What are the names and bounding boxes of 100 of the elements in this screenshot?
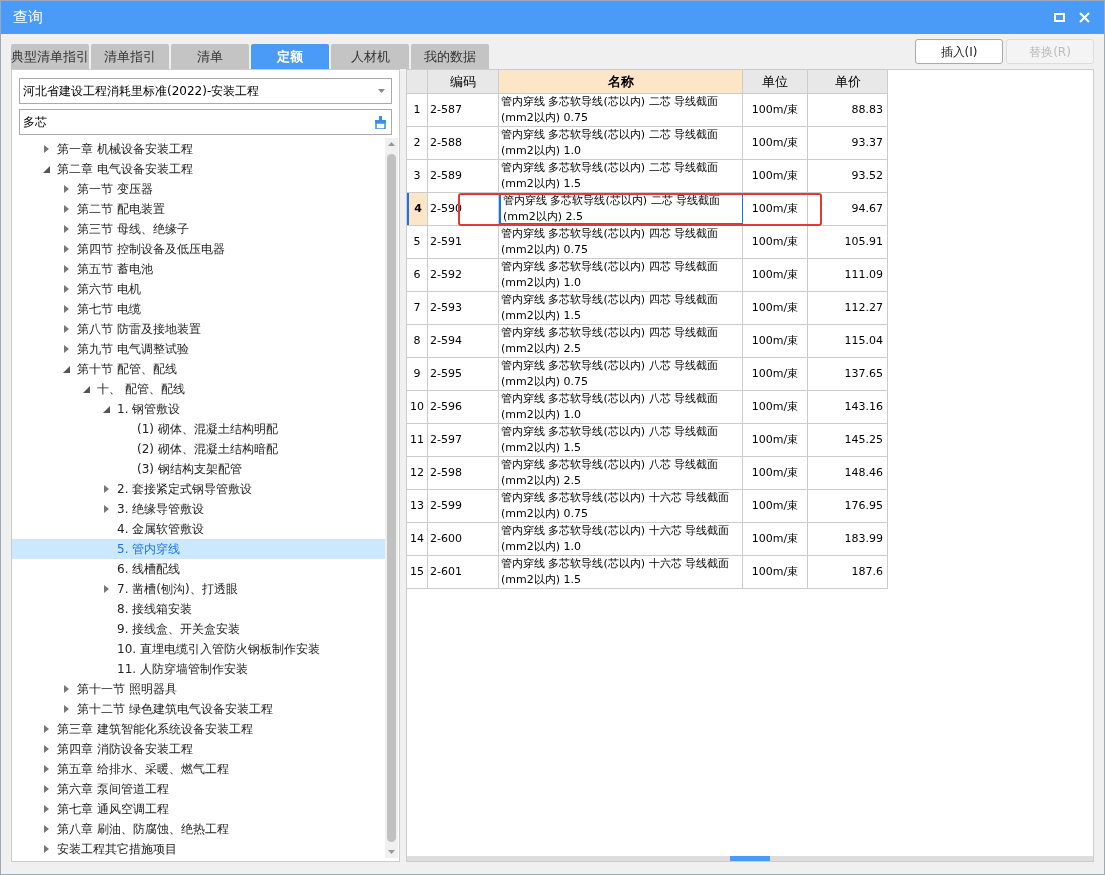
table-row[interactable]: 9 2-595 管内穿线 多芯软导线(芯以内) 八芯 导线截面(mm2以内) 0.75 100m/束 137.65 — [407, 358, 888, 391]
tree-item[interactable]: 第二节 配电装置 — [12, 199, 385, 219]
tree-item[interactable]: 安装工程其它措施项目 — [12, 839, 385, 858]
library-dropdown[interactable]: 河北省建设工程消耗里标准(2022)-安装工程 — [19, 78, 392, 104]
tree-item[interactable]: 第二章 电气设备安装工程 — [12, 159, 385, 179]
tree-item[interactable]: 第九节 电气调整试验 — [12, 339, 385, 359]
expand-triangle-icon[interactable] — [63, 325, 69, 333]
tree-item[interactable]: 第十一节 照明器具 — [12, 679, 385, 699]
tab[interactable]: 清单指引 — [91, 44, 169, 69]
table-row[interactable]: 11 2-597 管内穿线 多芯软导线(芯以内) 八芯 导线截面(mm2以内) 1.5 100m/束 145.25 — [407, 424, 888, 457]
collapse-triangle-icon[interactable] — [82, 385, 90, 393]
dropdown-caret-icon[interactable] — [378, 89, 385, 93]
table-row[interactable]: 15 2-601 管内穿线 多芯软导线(芯以内) 十六芯 导线截面(mm2以内) 1.5 100m/束 187.6 — [407, 556, 888, 589]
collapse-triangle-icon[interactable] — [42, 165, 50, 173]
tab[interactable]: 清单 — [171, 44, 249, 69]
horizontal-scrollbar[interactable] — [407, 856, 1093, 861]
vertical-scrollbar[interactable] — [385, 138, 398, 858]
expand-triangle-icon[interactable] — [63, 185, 69, 193]
expand-triangle-icon[interactable] — [63, 705, 69, 713]
expand-triangle-icon[interactable] — [63, 685, 69, 693]
expand-triangle-icon[interactable] — [43, 145, 49, 153]
expand-triangle-icon[interactable] — [43, 725, 49, 733]
tree-item[interactable]: 3. 绝缘导管敷设 — [12, 499, 385, 519]
table-row[interactable]: 14 2-600 管内穿线 多芯软导线(芯以内) 十六芯 导线截面(mm2以内) 1.0 100m/束 183.99 — [407, 523, 888, 556]
close-icon[interactable] — [1079, 12, 1090, 23]
tab[interactable]: 典型清单指引 — [11, 44, 89, 69]
tree-item[interactable]: (2) 砌体、混凝土结构暗配 — [12, 439, 385, 459]
tree-item[interactable]: 第五节 蓄电池 — [12, 259, 385, 279]
expand-triangle-icon[interactable] — [63, 225, 69, 233]
tree-item[interactable]: 第八节 防雷及接地装置 — [12, 319, 385, 339]
collapse-triangle-icon[interactable] — [102, 405, 110, 413]
expand-triangle-icon[interactable] — [63, 285, 69, 293]
table-row[interactable]: 13 2-599 管内穿线 多芯软导线(芯以内) 十六芯 导线截面(mm2以内) 0.75 100m/束 176.95 — [407, 490, 888, 523]
expand-triangle-icon[interactable] — [43, 745, 49, 753]
tree-item[interactable]: 5. 管内穿线 — [12, 539, 385, 559]
table-row[interactable]: 12 2-598 管内穿线 多芯软导线(芯以内) 八芯 导线截面(mm2以内) 2.5 100m/束 148.46 — [407, 457, 888, 490]
tree-item[interactable]: 第三章 建筑智能化系统设备安装工程 — [12, 719, 385, 739]
expand-triangle-icon[interactable] — [63, 305, 69, 313]
tree-item[interactable]: 第一章 机械设备安装工程 — [12, 139, 385, 159]
row-number: 2 — [407, 127, 428, 159]
tree-item[interactable]: (1) 砌体、混凝土结构明配 — [12, 419, 385, 439]
tree-item[interactable]: 2. 套接紧定式钢导管敷设 — [12, 479, 385, 499]
expand-triangle-icon[interactable] — [63, 205, 69, 213]
tab[interactable]: 我的数据 — [411, 44, 489, 69]
table-cell: 100m/束 — [743, 94, 808, 126]
table-row[interactable]: 1 2-587 管内穿线 多芯软导线(芯以内) 二芯 导线截面(mm2以内) 0.75 100m/束 88.83 — [407, 94, 888, 127]
expand-triangle-icon[interactable] — [43, 765, 49, 773]
scroll-down-icon[interactable] — [388, 850, 395, 854]
scroll-up-icon[interactable] — [388, 142, 395, 146]
tree-item[interactable]: 6. 线槽配线 — [12, 559, 385, 579]
row-number: 12 — [407, 457, 428, 489]
tree-item[interactable]: 第十节 配管、配线 — [12, 359, 385, 379]
tree-item[interactable]: 1. 钢管敷设 — [12, 399, 385, 419]
tree-item[interactable]: 11. 人防穿墙管制作安装 — [12, 659, 385, 679]
collapse-triangle-icon[interactable] — [62, 365, 70, 373]
expand-triangle-icon[interactable] — [43, 825, 49, 833]
table-row[interactable]: 10 2-596 管内穿线 多芯软导线(芯以内) 八芯 导线截面(mm2以内) 1.0 100m/束 143.16 — [407, 391, 888, 424]
expand-triangle-icon[interactable] — [63, 345, 69, 353]
tree-item[interactable]: 7. 凿槽(刨沟)、打透眼 — [12, 579, 385, 599]
search-field[interactable]: 多芯 — [19, 109, 392, 135]
expand-triangle-icon[interactable] — [63, 265, 69, 273]
tree-item[interactable]: 第四章 消防设备安装工程 — [12, 739, 385, 759]
table-row[interactable]: 7 2-593 管内穿线 多芯软导线(芯以内) 四芯 导线截面(mm2以内) 1.5 100m/束 112.27 — [407, 292, 888, 325]
tree-item[interactable]: (3) 钢结构支架配管 — [12, 459, 385, 479]
action-button[interactable]: 插入(I) — [915, 39, 1003, 64]
expand-triangle-icon[interactable] — [43, 845, 49, 853]
tree-item[interactable]: 第一节 变压器 — [12, 179, 385, 199]
tree-item[interactable]: 4. 金属软管敷设 — [12, 519, 385, 539]
tree-item[interactable]: 第七节 电缆 — [12, 299, 385, 319]
tree-item[interactable]: 第六节 电机 — [12, 279, 385, 299]
tree-item[interactable]: 第八章 刷油、防腐蚀、绝热工程 — [12, 819, 385, 839]
expand-triangle-icon[interactable] — [63, 245, 69, 253]
table-row[interactable]: 3 2-589 管内穿线 多芯软导线(芯以内) 二芯 导线截面(mm2以内) 1.5 100m/束 93.52 — [407, 160, 888, 193]
table-cell: 93.37 — [808, 127, 888, 159]
table-row[interactable]: 5 2-591 管内穿线 多芯软导线(芯以内) 四芯 导线截面(mm2以内) 0.75 100m/束 105.91 — [407, 226, 888, 259]
brush-icon[interactable] — [374, 115, 387, 129]
tree-item[interactable]: 第六章 泵间管道工程 — [12, 779, 385, 799]
column-header[interactable]: 名称 — [499, 70, 743, 93]
column-header[interactable]: 单位 — [743, 70, 808, 93]
table-row[interactable]: 8 2-594 管内穿线 多芯软导线(芯以内) 四芯 导线截面(mm2以内) 2.5 100m/束 115.04 — [407, 325, 888, 358]
column-header[interactable]: 单价 — [808, 70, 888, 93]
tree-item[interactable]: 第四节 控制设备及低压电器 — [12, 239, 385, 259]
table-row[interactable]: 2 2-588 管内穿线 多芯软导线(芯以内) 二芯 导线截面(mm2以内) 1.0 100m/束 93.37 — [407, 127, 888, 160]
expand-triangle-icon[interactable] — [103, 485, 109, 493]
row-number: 7 — [407, 292, 428, 324]
expand-triangle-icon[interactable] — [103, 585, 109, 593]
tree-item[interactable]: 10. 直埋电缆引入管防火钢板制作安装 — [12, 639, 385, 659]
tree-item[interactable]: 第十二节 绿色建筑电气设备安装工程 — [12, 699, 385, 719]
table-row[interactable]: 6 2-592 管内穿线 多芯软导线(芯以内) 四芯 导线截面(mm2以内) 1.0 100m/束 111.09 — [407, 259, 888, 292]
tree-item[interactable]: 8. 接线箱安装 — [12, 599, 385, 619]
expand-triangle-icon[interactable] — [43, 805, 49, 813]
tree-item[interactable]: 第七章 通风空调工程 — [12, 799, 385, 819]
tree-item[interactable]: 第三节 母线、绝缘子 — [12, 219, 385, 239]
tree-item[interactable]: 十、 配管、配线 — [12, 379, 385, 399]
tree-item[interactable]: 第五章 给排水、采暖、燃气工程 — [12, 759, 385, 779]
tree-item[interactable]: 9. 接线盒、开关盒安装 — [12, 619, 385, 639]
expand-triangle-icon[interactable] — [43, 785, 49, 793]
tab[interactable]: 人材机 — [331, 44, 409, 69]
maximize-icon[interactable] — [1054, 13, 1065, 22]
expand-triangle-icon[interactable] — [103, 505, 109, 513]
